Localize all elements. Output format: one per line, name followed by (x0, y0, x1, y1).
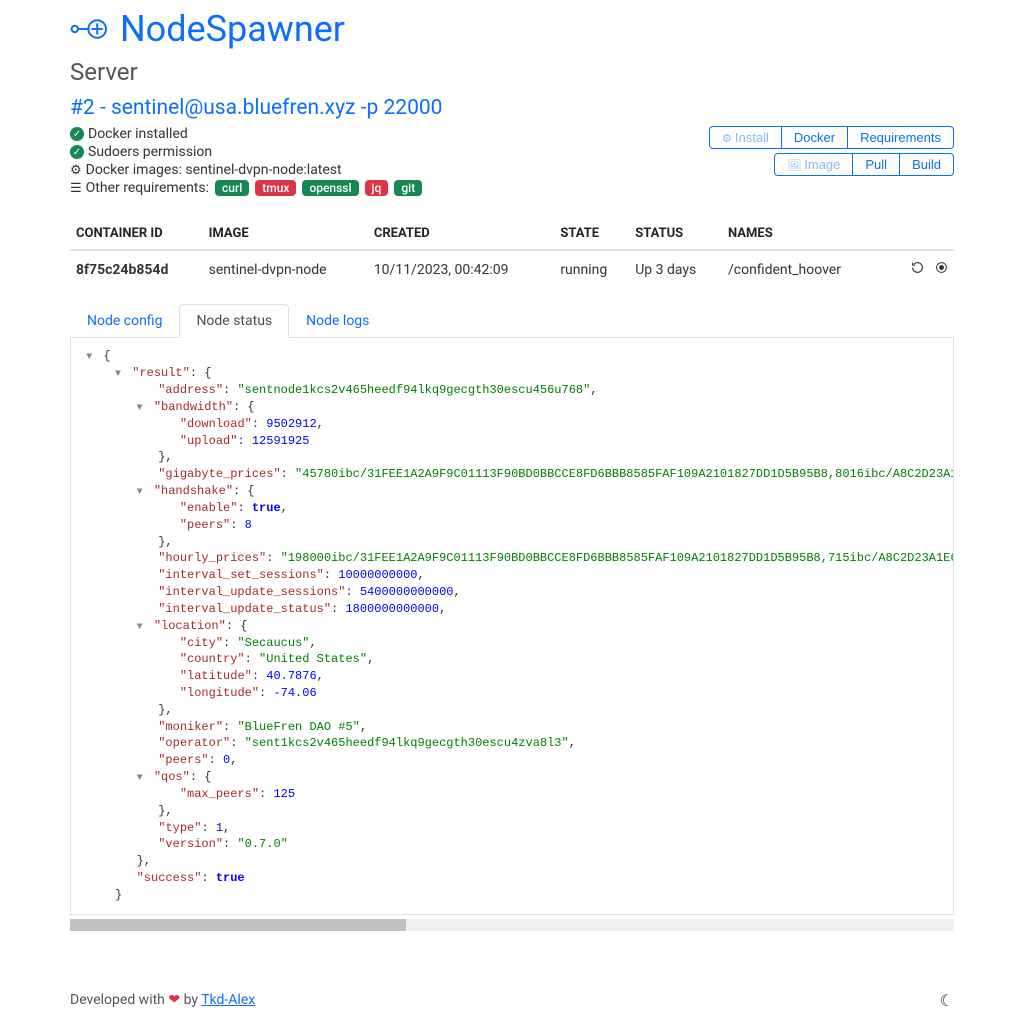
cell-container-id: 8f75c24b854d (70, 250, 203, 288)
horizontal-scrollbar[interactable] (70, 919, 954, 931)
refresh-icon[interactable] (911, 261, 924, 278)
th-image: IMAGE (203, 218, 368, 250)
tab-node-status[interactable]: Node status (179, 304, 289, 338)
record-icon[interactable] (935, 261, 948, 278)
check-icon: ✓ (70, 127, 84, 141)
status-docker-installed: ✓ Docker installed (70, 126, 422, 142)
cell-status: Up 3 days (629, 250, 722, 288)
heart-icon: ❤ (168, 992, 180, 1008)
brand-name: NodeSpawner (120, 8, 345, 50)
requirements-button[interactable]: Requirements (848, 126, 954, 149)
check-icon: ✓ (70, 145, 84, 159)
pill-openssl: openssl (302, 180, 358, 196)
th-names: NAMES (722, 218, 881, 250)
status-docker-images: ⚙ Docker images: sentinel-dvpn-node:late… (70, 162, 422, 178)
cell-state: running (554, 250, 629, 288)
tabs: Node config Node status Node logs (70, 304, 954, 338)
image-button[interactable]: 🖼Image (774, 153, 853, 176)
cell-names: /confident_hoover (722, 250, 881, 288)
dark-mode-toggle[interactable]: ☾ (940, 991, 954, 1010)
footer-credit: Developed with ❤ by Tkd-Alex (70, 992, 255, 1008)
status-other-requirements: ☰ Other requirements: curl tmux openssl … (70, 180, 422, 196)
layers-icon: ☰ (70, 181, 82, 196)
image-icon: 🖼 (787, 160, 801, 172)
pill-curl: curl (215, 180, 249, 196)
server-subtitle[interactable]: #2 - sentinel@usa.bluefren.xyz -p 22000 (70, 96, 954, 120)
cell-image: sentinel-dvpn-node (203, 250, 368, 288)
pill-jq: jq (365, 180, 389, 196)
pill-git: git (394, 180, 422, 196)
th-status: STATUS (629, 218, 722, 250)
gear-icon: ⚙ (70, 163, 82, 178)
table-row: 8f75c24b854d sentinel-dvpn-node 10/11/20… (70, 250, 954, 288)
install-button[interactable]: ⚙Install (709, 126, 782, 149)
containers-table: CONTAINER ID IMAGE CREATED STATE STATUS … (70, 218, 954, 288)
author-link[interactable]: Tkd-Alex (201, 992, 255, 1008)
status-sudoers: ✓ Sudoers permission (70, 144, 422, 160)
docker-button[interactable]: Docker (782, 126, 848, 149)
th-created: CREATED (368, 218, 555, 250)
action-buttons: ⚙Install Docker Requirements 🖼Image Pull… (709, 126, 954, 176)
tab-node-logs[interactable]: Node logs (289, 304, 386, 338)
pull-button[interactable]: Pull (853, 153, 900, 176)
status-list: ✓ Docker installed ✓ Sudoers permission … (70, 126, 422, 198)
gear-icon: ⚙ (722, 133, 732, 145)
tab-node-config[interactable]: Node config (70, 304, 179, 338)
pill-tmux: tmux (255, 180, 296, 196)
page-title: Server (70, 58, 954, 86)
th-state: STATE (554, 218, 629, 250)
cell-created: 10/11/2023, 00:42:09 (368, 250, 555, 288)
brand-header: NodeSpawner (70, 0, 954, 50)
logo-icon (70, 15, 110, 43)
build-button[interactable]: Build (900, 153, 954, 176)
th-container-id: CONTAINER ID (70, 218, 203, 250)
json-viewer: ▼ { ▼ "result": { "address": "sentnode1k… (70, 338, 954, 915)
